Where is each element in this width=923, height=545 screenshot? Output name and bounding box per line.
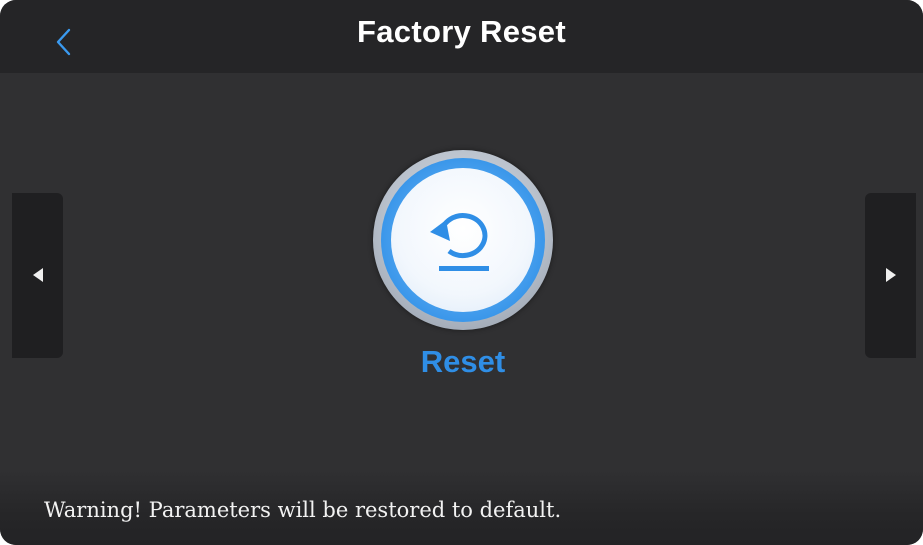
triangle-left-icon (33, 268, 43, 282)
reset-button[interactable] (373, 150, 553, 330)
triangle-right-icon (886, 268, 896, 282)
page-title: Factory Reset (357, 14, 566, 49)
reset-label[interactable]: Reset (373, 344, 553, 380)
header-bar: Factory Reset (0, 0, 923, 73)
warning-message: Warning! Parameters will be restored to … (44, 498, 562, 522)
factory-reset-screen: Factory Reset Reset Warning! Parameters … (0, 0, 923, 545)
reset-button-face (391, 168, 535, 312)
undo-arrow-icon (430, 213, 489, 271)
next-page-button[interactable] (865, 193, 916, 358)
previous-page-button[interactable] (12, 193, 63, 358)
